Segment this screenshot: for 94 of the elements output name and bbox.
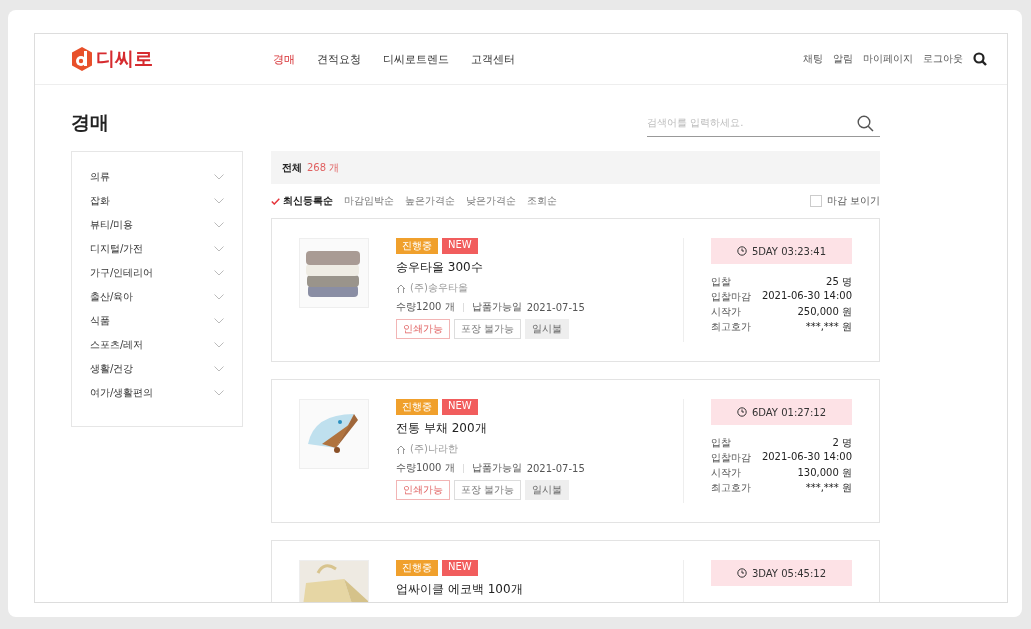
timer-text: 5DAY 03:23:41 bbox=[751, 245, 827, 257]
option-tag: 포장 불가능 bbox=[454, 319, 522, 339]
header-link[interactable]: 로그아웃 bbox=[923, 52, 963, 66]
stat-label: 시작가 bbox=[711, 466, 741, 480]
category-item[interactable]: 뷰티/미용 bbox=[90, 217, 134, 232]
clock-icon bbox=[736, 568, 747, 578]
page-title: 경매 bbox=[71, 110, 109, 135]
stat-label: 입찰마감 bbox=[711, 451, 751, 465]
status-badge: 진행중 bbox=[396, 560, 438, 576]
stat-label: 최고호가 bbox=[711, 481, 751, 495]
nav-link[interactable]: 고객센터 bbox=[471, 51, 515, 67]
auction-title[interactable]: 전통 부채 200개 bbox=[396, 420, 683, 437]
stat-value: ***,*** 원 bbox=[805, 481, 852, 495]
delivery-date: 2021-07-15 bbox=[526, 301, 585, 313]
chevron-down-icon[interactable] bbox=[214, 173, 224, 180]
option-tag: 일시불 bbox=[525, 480, 570, 500]
status-badge: 진행중 bbox=[396, 238, 438, 254]
category-item[interactable]: 식품 bbox=[90, 313, 110, 328]
status-badge: 진행중 bbox=[396, 399, 438, 415]
nav-link[interactable]: 디씨로트렌드 bbox=[383, 51, 449, 67]
stat-value: 2 명 bbox=[832, 436, 852, 450]
category-item[interactable]: 디지털/가전 bbox=[90, 241, 144, 256]
chevron-down-icon[interactable] bbox=[214, 221, 224, 228]
nav-link[interactable]: 경매 bbox=[273, 51, 295, 67]
category-item[interactable]: 의류 bbox=[90, 169, 110, 184]
stat-value: 25 명 bbox=[826, 275, 852, 289]
option-tag: 인쇄가능 bbox=[396, 319, 450, 339]
total-label: 전체 bbox=[282, 160, 302, 175]
chevron-down-icon[interactable] bbox=[214, 389, 224, 396]
option-tag: 일시불 bbox=[525, 319, 570, 339]
auction-card[interactable]: 진행중 NEW 전통 부채 200개 (주)나라한 수량1000 개 납품가능일 2021-07-15 인쇄가능 포장 불가능 일시불 6DAY 01:27:12 입찰 2 명 입찰마감 2021-06-30 14:00 시작가 130,000 원 최고호가 ***,*** 원 bbox=[271, 379, 880, 523]
chevron-down-icon[interactable] bbox=[214, 293, 224, 300]
header-link[interactable]: 알림 bbox=[833, 52, 853, 66]
chevron-down-icon[interactable] bbox=[214, 245, 224, 252]
chevron-down-icon[interactable] bbox=[214, 317, 224, 324]
seller-name: (주)나라한 bbox=[410, 442, 458, 456]
chevron-down-icon[interactable] bbox=[214, 269, 224, 276]
logo-icon bbox=[71, 47, 93, 71]
timer-text: 3DAY 05:45:12 bbox=[751, 567, 827, 579]
stat-value: 2021-06-30 14:00 bbox=[761, 290, 852, 303]
stat-value: 250,000 원 bbox=[797, 305, 852, 319]
category-item[interactable]: 출산/육아 bbox=[90, 289, 134, 304]
total-count: 268 개 bbox=[307, 160, 340, 175]
stat-value: 130,000 원 bbox=[797, 466, 852, 480]
option-tag: 포장 불가능 bbox=[454, 480, 522, 500]
chevron-down-icon[interactable] bbox=[214, 365, 224, 372]
clock-icon bbox=[736, 246, 747, 256]
clock-icon bbox=[736, 407, 747, 417]
stat-label: 입찰 bbox=[711, 436, 731, 450]
chevron-down-icon[interactable] bbox=[214, 341, 224, 348]
checkbox[interactable] bbox=[809, 195, 822, 207]
category-item[interactable]: 스포츠/레저 bbox=[90, 337, 144, 352]
auction-card[interactable]: 진행중 NEW 송우타올 300수 (주)송우타올 수량1200 개 납품가능일 2021-07-15 인쇄가능 포장 불가능 일시불 5DAY 03:23:41 입찰 25 명 입찰마감 2021-06-30 14:00 시작가 250,000 원 최고호가 ***,*** 원 bbox=[271, 218, 880, 362]
category-item[interactable]: 여가/생활편의 bbox=[90, 385, 154, 400]
stat-label: 최고호가 bbox=[711, 320, 751, 334]
chevron-down-icon[interactable] bbox=[214, 197, 224, 204]
search-icon[interactable] bbox=[973, 52, 987, 66]
seller-name: (주)송우타올 bbox=[410, 281, 468, 295]
sort-option[interactable]: 높은가격순 bbox=[405, 194, 455, 208]
search-icon[interactable] bbox=[857, 115, 874, 132]
sort-option[interactable]: 최신등록순 bbox=[271, 194, 333, 208]
stat-label: 입찰 bbox=[711, 275, 731, 289]
auction-title[interactable]: 업싸이클 에코백 100개 bbox=[396, 581, 683, 598]
timer-text: 6DAY 01:27:12 bbox=[751, 406, 827, 418]
status-badge: NEW bbox=[442, 560, 478, 576]
nav-link[interactable]: 견적요청 bbox=[317, 51, 361, 67]
category-item[interactable]: 잡화 bbox=[90, 193, 110, 208]
home-icon bbox=[396, 283, 406, 293]
delivery-label: 납품가능일 bbox=[471, 461, 522, 475]
delivery-date: 2021-07-15 bbox=[526, 462, 585, 474]
stat-label: 시작가 bbox=[711, 305, 741, 319]
delivery-label: 납품가능일 bbox=[471, 300, 522, 314]
auction-card[interactable]: 진행중 NEW 업싸이클 에코백 100개 3DAY 05:45:12 bbox=[271, 540, 880, 602]
checkbox-label[interactable]: 마감 보이기 bbox=[826, 194, 880, 208]
sort-option[interactable]: 조회순 bbox=[527, 194, 557, 208]
logo-text[interactable]: 디씨로 bbox=[96, 46, 153, 72]
header-link[interactable]: 채팅 bbox=[803, 52, 823, 66]
sort-option[interactable]: 마감임박순 bbox=[344, 194, 394, 208]
quantity-text: 수량1000 개 bbox=[396, 461, 455, 475]
header-link[interactable]: 마이페이지 bbox=[863, 52, 913, 66]
category-item[interactable]: 생활/건강 bbox=[90, 361, 134, 376]
stat-value: 2021-06-30 14:00 bbox=[761, 451, 852, 464]
stat-value: ***,*** 원 bbox=[805, 320, 852, 334]
stat-label: 입찰마감 bbox=[711, 290, 751, 304]
auction-title[interactable]: 송우타올 300수 bbox=[396, 259, 683, 276]
quantity-text: 수량1200 개 bbox=[396, 300, 455, 314]
sort-option[interactable]: 낮은가격순 bbox=[466, 194, 516, 208]
status-badge: NEW bbox=[442, 238, 478, 254]
status-badge: NEW bbox=[442, 399, 478, 415]
option-tag: 인쇄가능 bbox=[396, 480, 450, 500]
search-field[interactable]: 검색어를 입력하세요. bbox=[647, 109, 880, 137]
check-icon bbox=[271, 197, 280, 205]
category-item[interactable]: 가구/인테리어 bbox=[90, 265, 154, 280]
home-icon bbox=[396, 444, 406, 454]
